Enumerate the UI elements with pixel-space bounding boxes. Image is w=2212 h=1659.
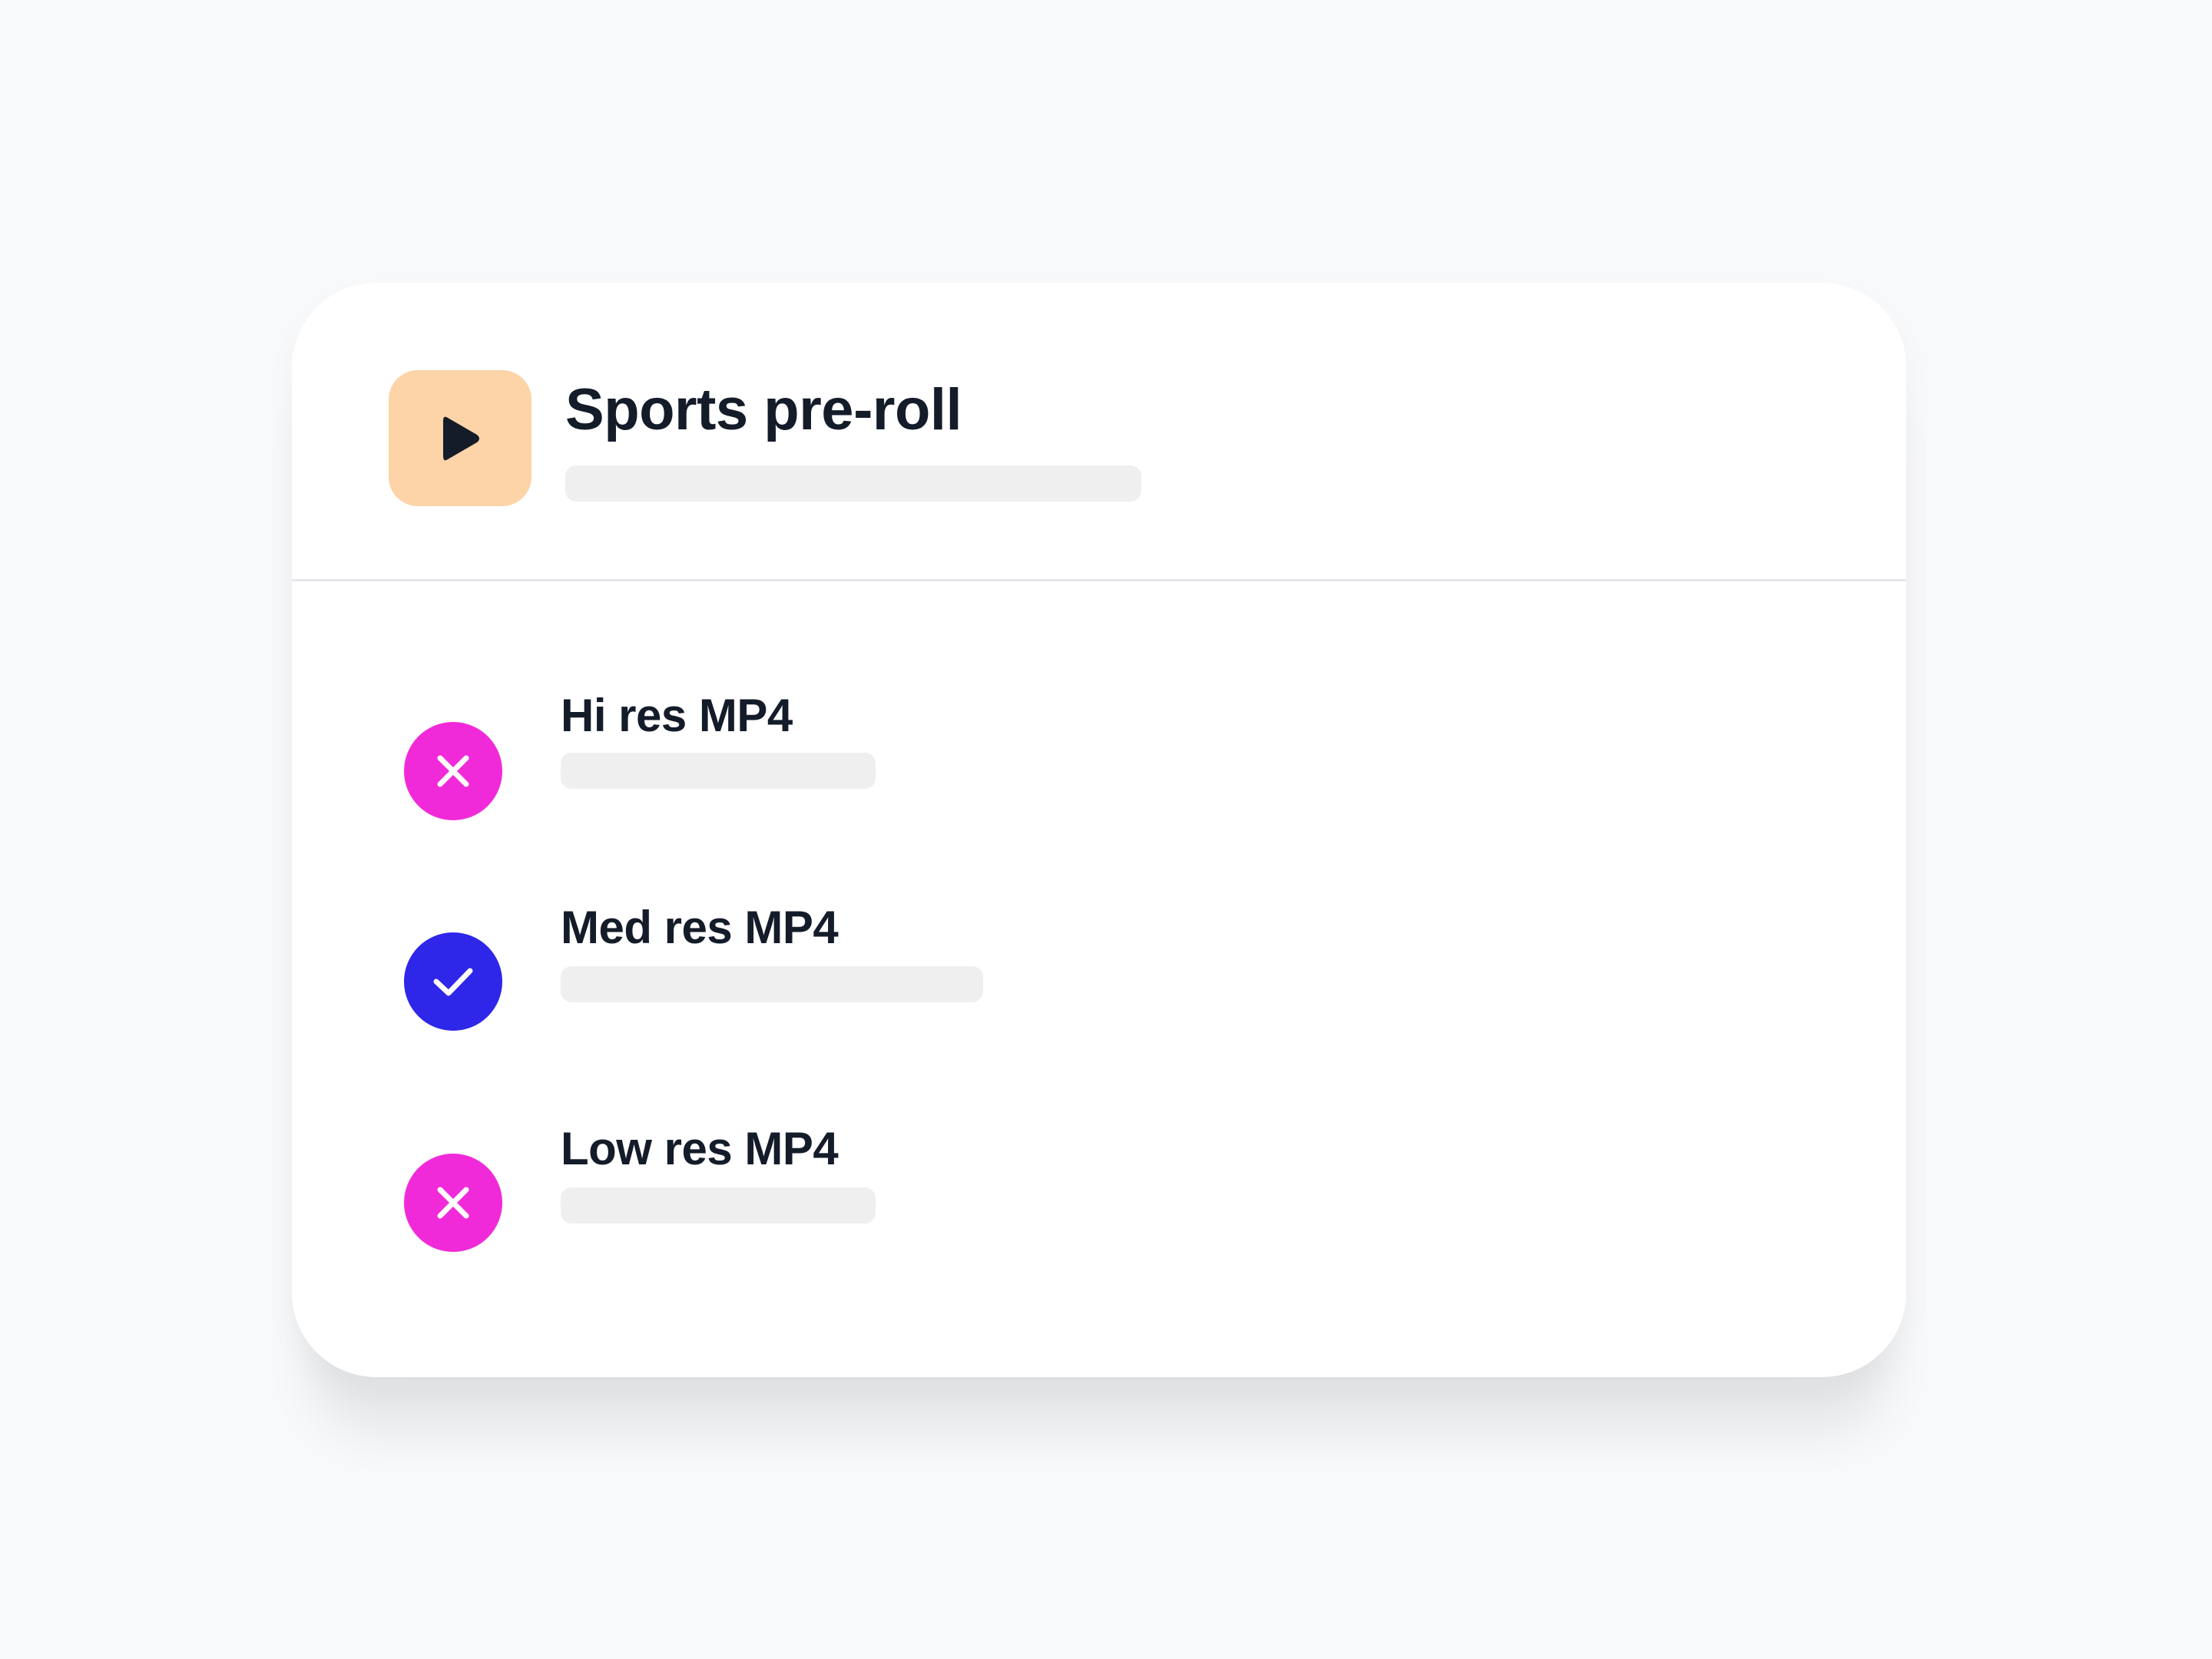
media-card: Sports pre-roll Hi res MP4 Med res MP4 L… <box>292 283 1906 1377</box>
status-failed-badge <box>404 722 502 820</box>
page: Sports pre-roll Hi res MP4 Med res MP4 L… <box>0 0 2212 1659</box>
video-thumbnail[interactable] <box>389 370 531 506</box>
close-icon <box>437 755 469 787</box>
check-icon <box>433 968 473 996</box>
rendition-row-med-res[interactable]: Med res MP4 <box>292 902 1906 1048</box>
status-failed-badge <box>404 1154 502 1252</box>
rendition-label: Hi res MP4 <box>561 690 793 741</box>
rendition-detail-placeholder <box>561 753 876 789</box>
status-success-badge <box>404 932 502 1031</box>
rendition-row-hi-res[interactable]: Hi res MP4 <box>292 690 1906 834</box>
close-icon <box>437 1187 469 1219</box>
subtitle-placeholder <box>565 465 1141 502</box>
rendition-label: Med res MP4 <box>561 902 839 953</box>
rendition-label: Low res MP4 <box>561 1123 839 1174</box>
divider <box>292 579 1906 581</box>
card-title: Sports pre-roll <box>565 377 962 442</box>
rendition-detail-placeholder <box>561 966 983 1002</box>
rendition-detail-placeholder <box>561 1187 876 1224</box>
play-icon <box>443 416 479 460</box>
rendition-row-low-res[interactable]: Low res MP4 <box>292 1123 1906 1267</box>
card-header: Sports pre-roll <box>292 283 1906 581</box>
